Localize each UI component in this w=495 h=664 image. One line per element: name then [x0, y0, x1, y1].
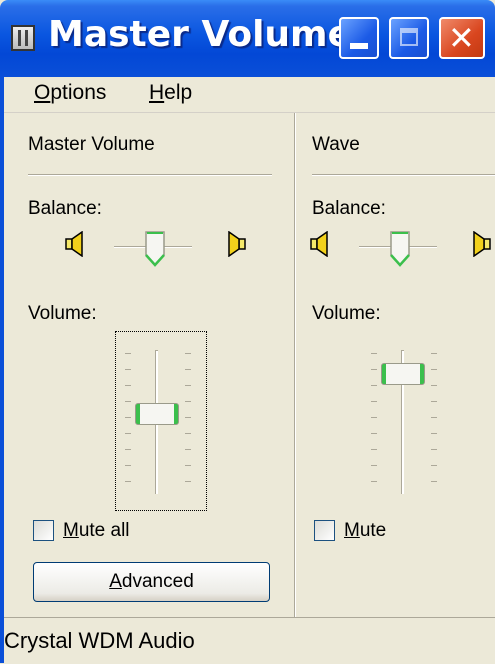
speaker-right-icon [228, 231, 246, 257]
close-icon: ✕ [448, 19, 475, 57]
status-bar: Crystal WDM Audio [4, 617, 495, 664]
column-divider [294, 113, 296, 617]
menu-options[interactable]: Options [34, 81, 106, 105]
volume-label: Volume: [28, 303, 97, 324]
heading-divider [312, 174, 495, 176]
heading-divider [28, 174, 272, 176]
title-bar[interactable]: Master Volume ✕ [0, 0, 495, 77]
maximize-button[interactable] [389, 17, 429, 59]
balance-label: Balance: [28, 198, 102, 219]
advanced-button[interactable]: Advanced [33, 562, 270, 602]
window-title: Master Volume [48, 14, 352, 55]
mute-all-label[interactable]: Mute all [63, 520, 130, 542]
minimize-icon [350, 43, 368, 49]
mixer-panel: Master Volume Balance: Volume: Mute all … [4, 113, 495, 617]
minimize-button[interactable] [339, 17, 379, 59]
mute-label[interactable]: Mute [344, 520, 386, 542]
mute-all-checkbox[interactable] [33, 520, 54, 541]
speaker-right-icon [473, 231, 491, 257]
volume-label: Volume: [312, 303, 381, 324]
volume-slider[interactable] [381, 363, 425, 385]
menu-help[interactable]: Help [149, 81, 192, 105]
balance-label: Balance: [312, 198, 386, 219]
maximize-icon [400, 28, 418, 46]
window-icon[interactable] [11, 25, 35, 51]
menu-bar: Options Help [4, 77, 495, 113]
close-button[interactable]: ✕ [439, 17, 485, 59]
balance-slider[interactable] [145, 231, 165, 267]
volume-slider[interactable] [135, 403, 179, 425]
status-text: Crystal WDM Audio [4, 628, 195, 653]
balance-slider[interactable] [390, 231, 410, 267]
mute-checkbox[interactable] [314, 520, 335, 541]
column-heading-wave: Wave [312, 134, 360, 155]
column-heading-master: Master Volume [28, 134, 155, 155]
speaker-left-icon [65, 231, 83, 257]
speaker-left-icon [310, 231, 328, 257]
